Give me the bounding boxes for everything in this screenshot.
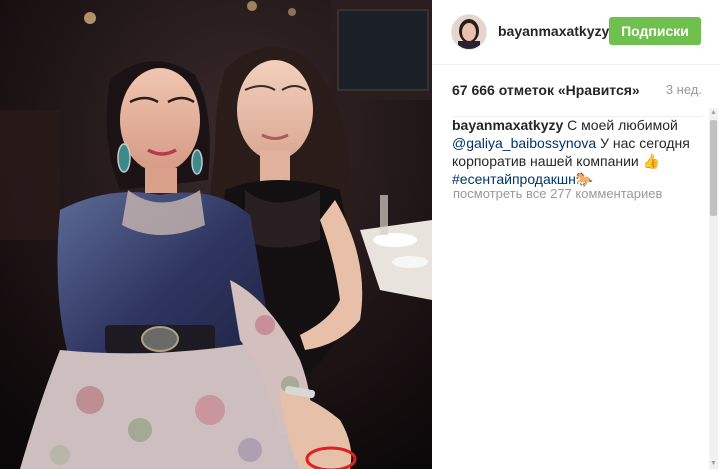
avatar-image [452, 15, 486, 49]
arrow-down-icon[interactable]: ▼ [709, 459, 718, 469]
post-photo[interactable] [0, 0, 432, 469]
caption-text: С моей любимой [563, 117, 678, 133]
follow-button[interactable]: Подписки [609, 17, 701, 45]
post-username[interactable]: bayanmaxatkyzy [498, 23, 609, 39]
photo-image [0, 0, 432, 469]
caption-mention[interactable]: @galiya_baibossynova [452, 135, 596, 151]
caption-username[interactable]: bayanmaxatkyzy [452, 117, 563, 133]
likes-row: 67 666 отметок «Нравится» 3 нед. [452, 82, 702, 117]
post-caption: bayanmaxatkyzy С моей любимой @galiya_ba… [452, 116, 707, 188]
profile-avatar[interactable] [451, 14, 487, 50]
post-age[interactable]: 3 нед. [666, 82, 702, 97]
caption-emoji: 🐎 [575, 171, 594, 187]
scroll-thumb[interactable] [710, 120, 717, 216]
arrow-up-icon[interactable]: ▲ [709, 108, 718, 118]
scrollbar[interactable]: ▲ ▼ [709, 108, 718, 469]
caption-hashtag[interactable]: #есентайпродакшн [452, 171, 576, 187]
post-header: bayanmaxatkyzy Подписки [432, 0, 720, 65]
likes-count[interactable]: 67 666 отметок «Нравится» [452, 82, 640, 98]
post-info-panel: bayanmaxatkyzy Подписки 67 666 отметок «… [432, 0, 720, 469]
view-all-comments-link[interactable]: посмотреть все 277 комментариев [453, 186, 662, 201]
